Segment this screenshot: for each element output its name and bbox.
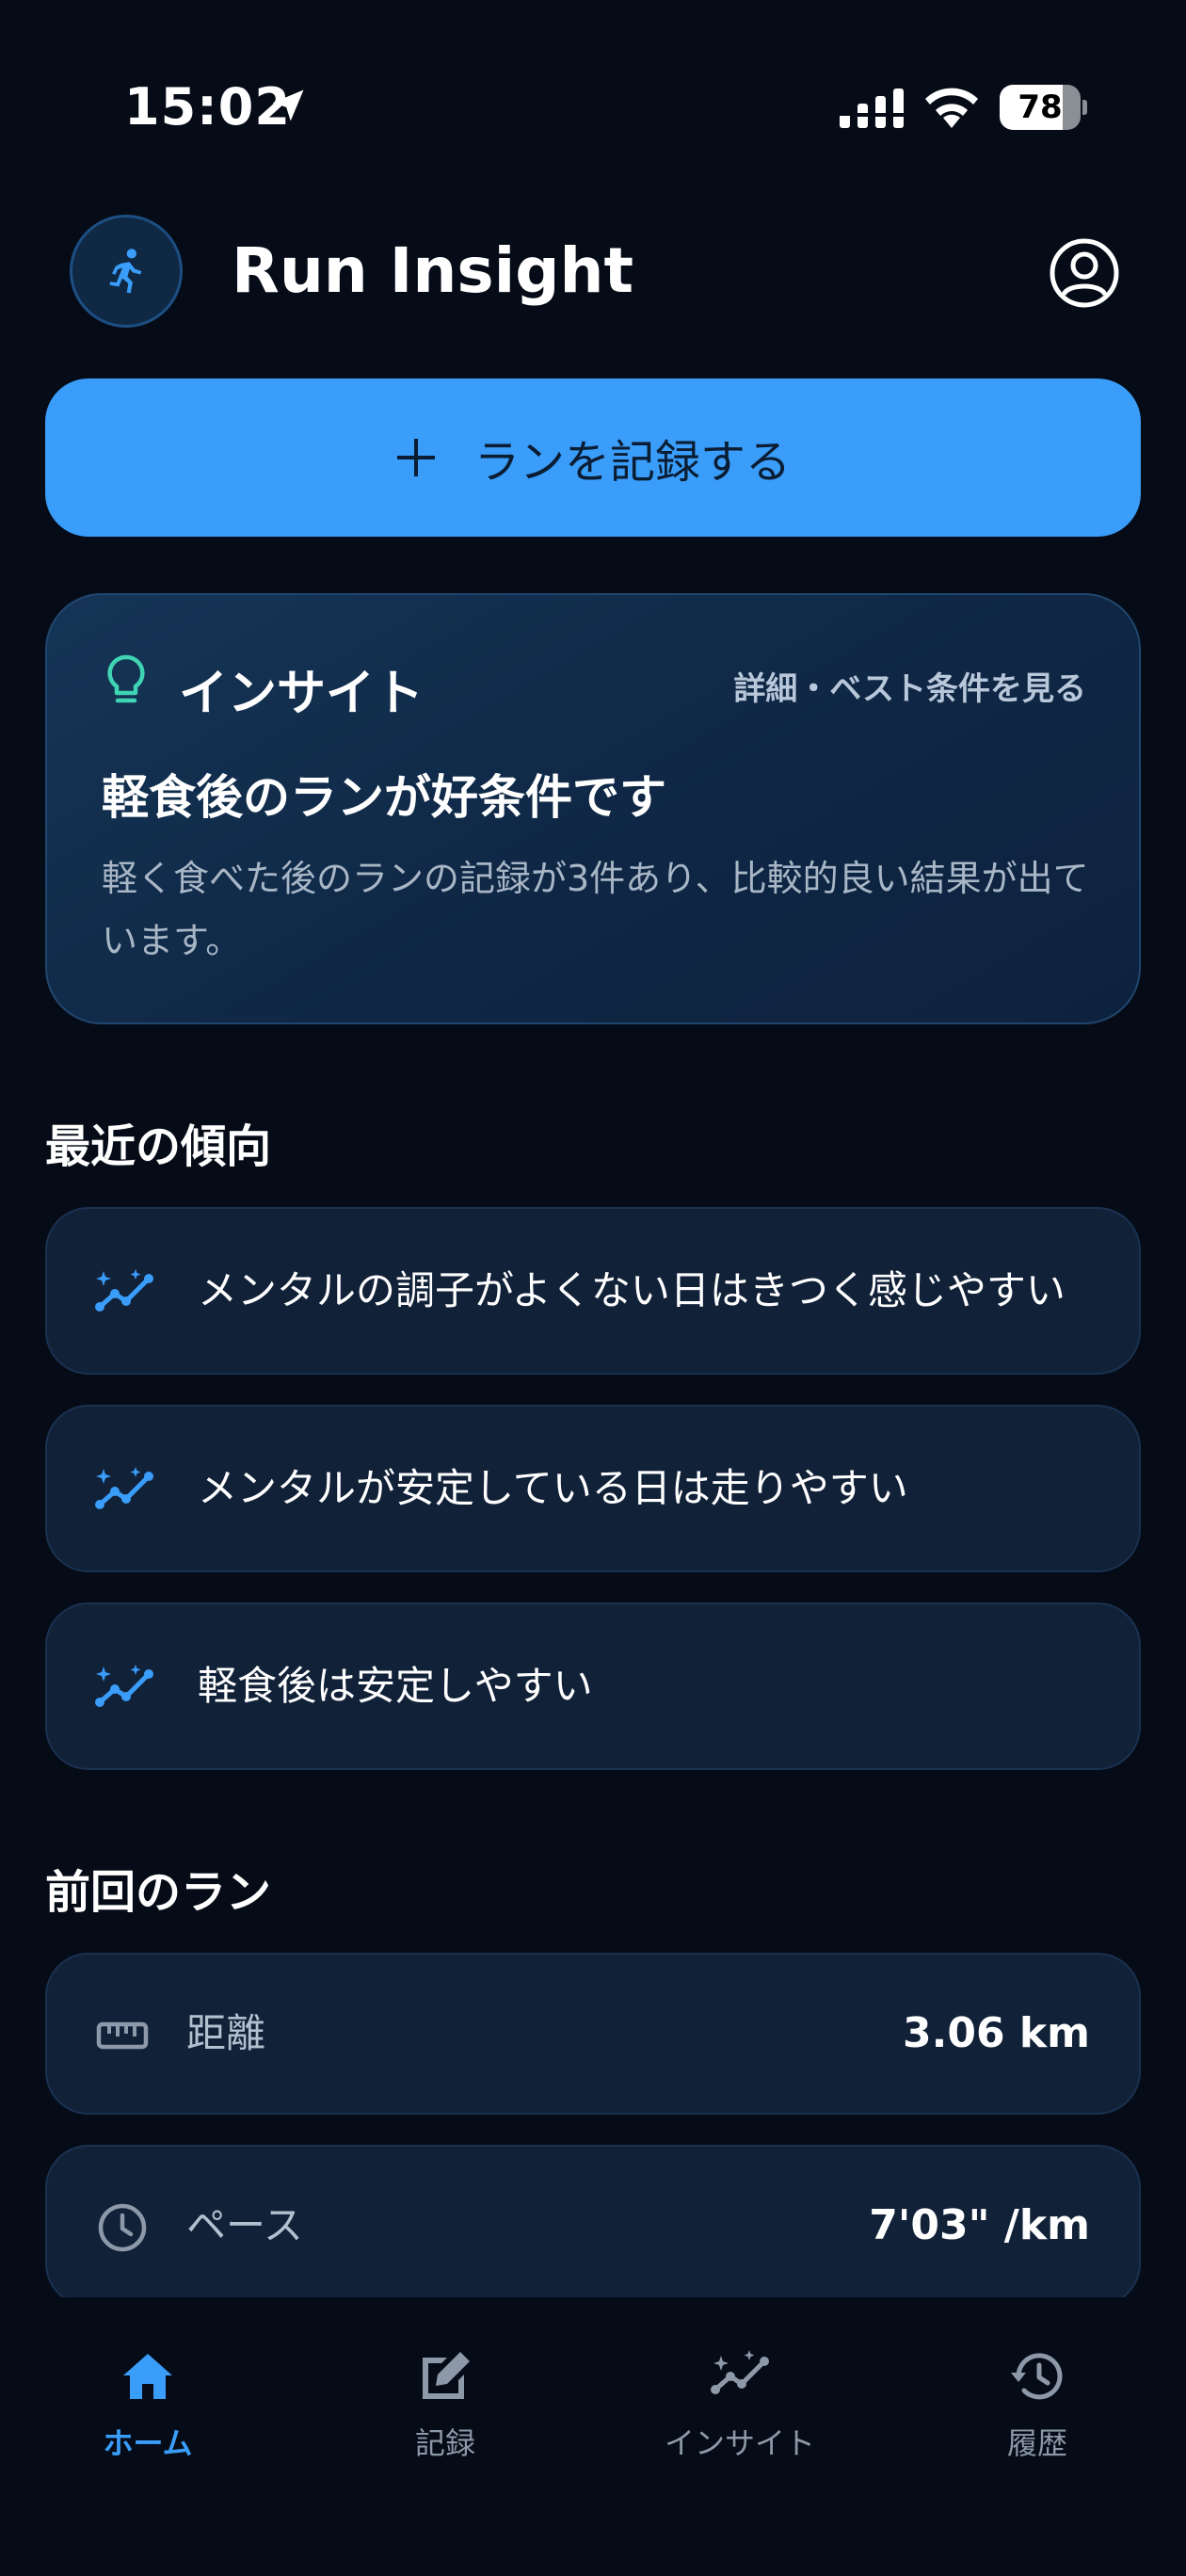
trend-sparkle-icon bbox=[95, 1269, 153, 1312]
trend-item[interactable]: 軽食後は安定しやすい bbox=[45, 1602, 1141, 1770]
stat-row-distance: 距離 3.06 km bbox=[45, 1953, 1141, 2115]
stat-label: 距離 bbox=[186, 2010, 266, 2056]
stat-row-pace: ペース 7'03" /km bbox=[45, 2145, 1141, 2307]
record-run-button[interactable]: ランを記録する bbox=[45, 378, 1141, 537]
stat-label: ペース bbox=[186, 2202, 303, 2248]
nav-label: 記録 bbox=[414, 2425, 475, 2461]
stat-value: 7'03" /km bbox=[869, 2201, 1090, 2249]
app-title: Run Insight bbox=[232, 234, 634, 307]
nav-history[interactable]: 履歴 bbox=[934, 2346, 1141, 2469]
wifi-icon bbox=[925, 88, 978, 128]
user-circle-icon[interactable] bbox=[1049, 237, 1120, 309]
trends-section-title: 最近の傾向 bbox=[45, 1120, 272, 1173]
nav-label: ホーム bbox=[103, 2425, 193, 2461]
insight-card[interactable]: インサイト 詳細・ベスト条件を見る 軽食後のランが好条件です 軽く食べた後のラン… bbox=[45, 593, 1141, 1024]
record-run-label: ランを記録する bbox=[473, 436, 791, 489]
last-run-section-title: 前回のラン bbox=[45, 1866, 272, 1919]
nav-label: 履歴 bbox=[1006, 2425, 1067, 2461]
trend-item[interactable]: メンタルの調子がよくない日はきつく感じやすい bbox=[45, 1207, 1141, 1375]
trend-sparkle-icon bbox=[95, 1467, 153, 1509]
nav-record[interactable]: 記録 bbox=[342, 2346, 549, 2469]
insight-title: 軽食後のランが好条件です bbox=[102, 770, 666, 825]
ruler-icon bbox=[96, 2021, 149, 2050]
nav-home[interactable]: ホーム bbox=[44, 2346, 251, 2469]
trend-item[interactable]: メンタルが安定している日は走りやすい bbox=[45, 1405, 1141, 1572]
insight-details-link[interactable]: 詳細・ベスト条件を見る bbox=[733, 663, 1086, 709]
status-time: 15:02 bbox=[124, 77, 291, 137]
home-icon bbox=[123, 2354, 172, 2399]
app-logo bbox=[70, 215, 183, 328]
insight-icon bbox=[711, 2350, 769, 2394]
clock-icon bbox=[98, 2203, 147, 2252]
nav-insight[interactable]: インサイト bbox=[636, 2346, 843, 2469]
bottom-nav: ホーム 記録 インサイト 履歴 bbox=[0, 2297, 1186, 2576]
insight-heading: インサイト bbox=[179, 666, 425, 722]
edit-icon bbox=[423, 2352, 470, 2399]
trend-sparkle-icon bbox=[95, 1665, 153, 1707]
runner-icon bbox=[109, 249, 142, 294]
trend-text: 軽食後は安定しやすい bbox=[198, 1663, 593, 1709]
battery-level: 78 bbox=[1018, 89, 1063, 126]
stat-value: 3.06 km bbox=[903, 2009, 1090, 2057]
nav-label: インサイト bbox=[664, 2425, 815, 2461]
battery-indicator: 78 bbox=[1000, 85, 1087, 130]
plus-icon bbox=[396, 439, 435, 476]
history-icon bbox=[1011, 2353, 1063, 2400]
status-bar: 15:02 78 bbox=[0, 0, 1186, 198]
insight-body: 軽く食べた後のランの記録が3件あり、比較的良い結果が出ています。 bbox=[102, 858, 1089, 961]
lightbulb-icon bbox=[107, 654, 145, 703]
trend-text: メンタルの調子がよくない日はきつく感じやすい bbox=[198, 1267, 1066, 1313]
location-arrow-icon bbox=[272, 89, 304, 121]
trend-text: メンタルが安定している日は走りやすい bbox=[198, 1465, 908, 1511]
cellular-signal-icon bbox=[840, 89, 904, 128]
